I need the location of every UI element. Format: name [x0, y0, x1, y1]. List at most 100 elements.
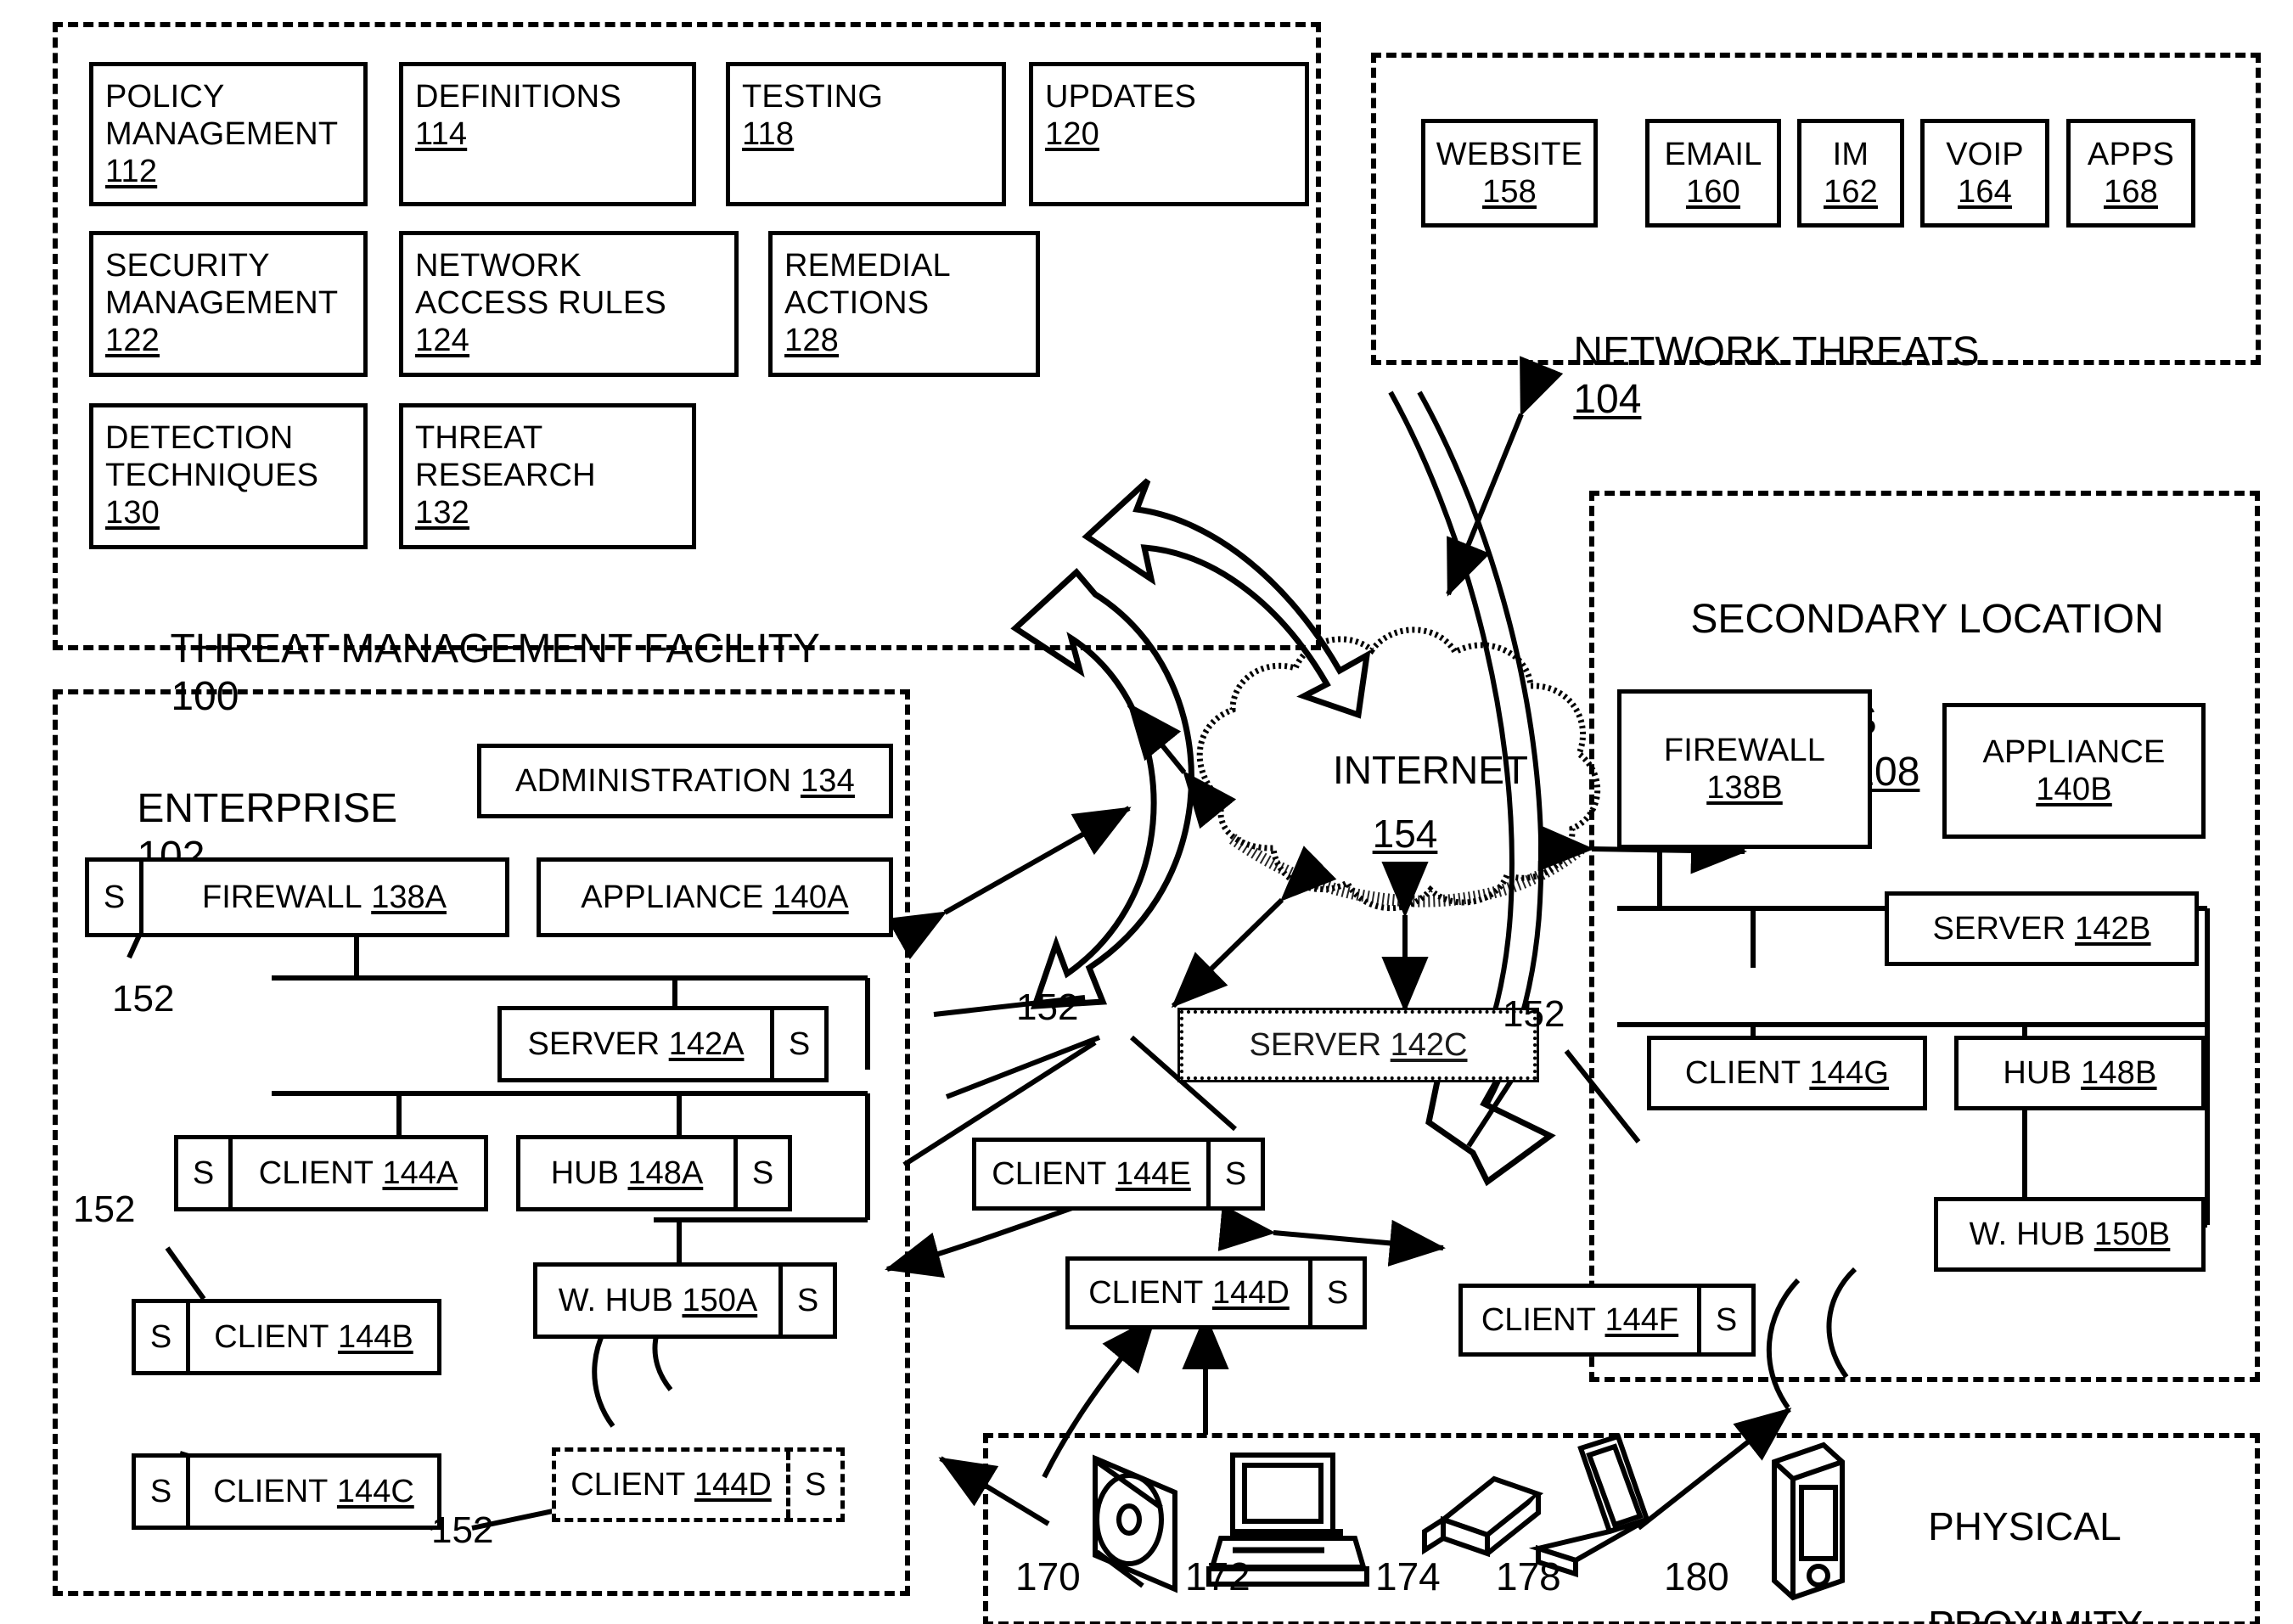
security-agent-badge: S: [778, 1267, 833, 1335]
wireless-hub-label: W. HUB: [558, 1282, 673, 1318]
enterprise-client-144c[interactable]: S CLIENT 144C: [132, 1453, 441, 1530]
firewall-label: FIREWALL: [1663, 732, 1826, 768]
secondary-appliance-140b[interactable]: APPLIANCE 140B: [1942, 703, 2206, 839]
network-threat-num: 168: [2103, 174, 2158, 210]
tmf-cell-num: 112: [105, 154, 158, 190]
network-threat-voip[interactable]: VOIP 164: [1920, 119, 2049, 228]
network-threat-num: 158: [1482, 174, 1537, 210]
client-label: CLIENT: [992, 1155, 1107, 1192]
device-num-178: 178: [1496, 1554, 1561, 1599]
center-client-144e[interactable]: CLIENT 144E S: [972, 1138, 1265, 1211]
secondary-client-144g[interactable]: CLIENT 144G: [1647, 1036, 1927, 1110]
administration-label: ADMINISTRATION: [515, 762, 792, 799]
client-label: CLIENT: [570, 1466, 686, 1503]
secondary-hub-148b[interactable]: HUB 148B: [1954, 1036, 2206, 1110]
enterprise-caption-label: ENTERPRISE: [137, 785, 398, 831]
secondary-server-142b[interactable]: SERVER 142B: [1885, 891, 2199, 966]
wireless-hub-label: W. HUB: [1969, 1216, 2085, 1252]
tmf-cell-num: 128: [784, 323, 840, 359]
appliance-num: 140B: [2036, 772, 2112, 807]
device-num-170: 170: [1015, 1554, 1081, 1599]
internet-cloud-label: INTERNET: [1333, 747, 1528, 793]
tmf-cell-num: 124: [415, 323, 470, 359]
enterprise-appliance-140a[interactable]: APPLIANCE 140A: [537, 857, 893, 937]
client-label: CLIENT: [213, 1473, 329, 1509]
enterprise-server-142a[interactable]: SERVER 142A S: [497, 1006, 829, 1082]
enterprise-administration[interactable]: ADMINISTRATION 134: [477, 744, 893, 818]
network-threat-im[interactable]: IM 162: [1797, 119, 1904, 228]
tmf-cell-num: 132: [415, 495, 470, 531]
firewall-num: 138B: [1706, 770, 1783, 806]
tmf-cell-num: 120: [1045, 116, 1100, 153]
enterprise-wireless-hub-150a[interactable]: W. HUB 150A S: [533, 1262, 837, 1339]
firewall-num: 138A: [371, 879, 447, 915]
security-agent-badge: S: [1206, 1142, 1261, 1206]
security-agent-badge: S: [770, 1010, 824, 1078]
center-client-144f[interactable]: CLIENT 144F S: [1458, 1284, 1756, 1357]
secondary-wireless-hub-150b[interactable]: W. HUB 150B: [1934, 1197, 2206, 1272]
security-agent-badge: S: [136, 1303, 190, 1371]
link-label-152-a: 152: [112, 978, 175, 1020]
link-label-152-center: 152: [1016, 986, 1079, 1028]
tmf-cell-num: 114: [415, 116, 468, 153]
tmf-cell-updates[interactable]: UPDATES 120: [1029, 62, 1309, 206]
server-num: 142A: [668, 1026, 745, 1062]
center-server-142c[interactable]: SERVER 142C: [1177, 1008, 1539, 1082]
center-client-144d[interactable]: CLIENT 144D S: [1065, 1256, 1367, 1329]
tmf-cell-label: NETWORK ACCESS RULES: [415, 248, 666, 322]
client-num: 144D: [1211, 1274, 1290, 1311]
security-agent-badge: S: [786, 1452, 840, 1518]
network-threats-caption-num: 104: [1573, 377, 1642, 423]
administration-num: 134: [800, 762, 855, 799]
appliance-label: APPLIANCE: [581, 879, 764, 915]
client-num: 144G: [1809, 1054, 1890, 1091]
hub-label: HUB: [550, 1155, 619, 1191]
tmf-cell-remedial-actions[interactable]: REMEDIAL ACTIONS 128: [768, 231, 1040, 377]
tmf-cell-num: 130: [105, 495, 160, 531]
client-label: CLIENT: [1481, 1301, 1596, 1338]
network-threat-website[interactable]: WEBSITE 158: [1421, 119, 1598, 228]
tmf-cell-network-access-rules[interactable]: NETWORK ACCESS RULES 124: [399, 231, 739, 377]
link-label-152-c: 152: [431, 1509, 494, 1551]
client-label: CLIENT: [214, 1318, 329, 1355]
tmf-cell-threat-research[interactable]: THREAT RESEARCH 132: [399, 403, 696, 549]
enterprise-firewall-138a[interactable]: S FIREWALL 138A: [85, 857, 509, 937]
tmf-cell-definitions[interactable]: DEFINITIONS 114: [399, 62, 696, 206]
tmf-cell-detection-techniques[interactable]: DETECTION TECHNIQUES 130: [89, 403, 368, 549]
enterprise-hub-148a[interactable]: HUB 148A S: [516, 1135, 792, 1211]
server-num: 142C: [1390, 1026, 1468, 1063]
tmf-cell-testing[interactable]: TESTING 118: [726, 62, 1006, 206]
tmf-cell-label: POLICY MANAGEMENT: [105, 79, 339, 153]
network-threat-num: 164: [1957, 174, 2012, 210]
client-num: 144F: [1605, 1301, 1679, 1338]
client-num: 144C: [336, 1473, 414, 1509]
tmf-cell-num: 122: [105, 323, 160, 359]
security-agent-badge: S: [178, 1139, 233, 1207]
secondary-firewall-138b[interactable]: FIREWALL 138B: [1617, 689, 1872, 849]
tmf-cell-label: DEFINITIONS: [415, 79, 621, 115]
enterprise-client-144d-roaming[interactable]: CLIENT 144D S: [552, 1447, 845, 1522]
firewall-label: FIREWALL: [202, 879, 362, 915]
tmf-cell-label: SECURITY MANAGEMENT: [105, 248, 339, 322]
link-label-152-b: 152: [73, 1188, 136, 1230]
enterprise-client-144a[interactable]: S CLIENT 144A: [174, 1135, 488, 1211]
network-threat-apps[interactable]: APPS 168: [2066, 119, 2195, 228]
client-num: 144D: [694, 1466, 772, 1503]
network-threat-email[interactable]: EMAIL 160: [1645, 119, 1781, 228]
wireless-hub-num: 150A: [682, 1282, 758, 1318]
tmf-cell-num: 118: [742, 116, 795, 153]
network-threat-label: VOIP: [1946, 136, 2024, 172]
security-agent-badge: S: [733, 1139, 788, 1207]
physical-proximity-caption-line2: PROXIMITY: [1928, 1603, 2143, 1624]
wireless-hub-num: 150B: [2093, 1216, 2171, 1252]
tmf-cell-label: REMEDIAL ACTIONS: [784, 248, 951, 322]
physical-proximity-caption-line1: PHYSICAL: [1928, 1503, 2122, 1548]
security-agent-badge: S: [1308, 1261, 1363, 1325]
security-agent-badge: S: [1697, 1288, 1751, 1352]
tmf-cell-security-management[interactable]: SECURITY MANAGEMENT 122: [89, 231, 368, 377]
internet-label: INTERNET: [1333, 748, 1528, 792]
security-agent-badge: S: [136, 1458, 190, 1526]
client-label: CLIENT: [1088, 1274, 1204, 1311]
tmf-cell-policy-management[interactable]: POLICY MANAGEMENT 112: [89, 62, 368, 206]
enterprise-client-144b[interactable]: S CLIENT 144B: [132, 1299, 441, 1375]
